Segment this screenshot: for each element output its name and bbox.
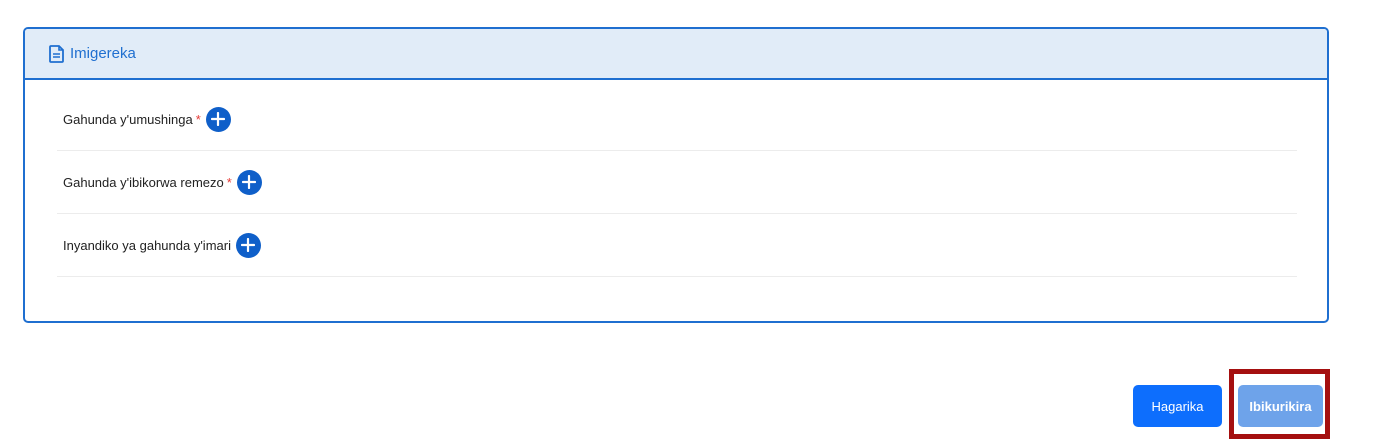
attachment-row-infrastructure-plan: Gahunda y'ibikorwa remezo * — [57, 151, 1297, 214]
add-attachment-button[interactable] — [205, 106, 231, 132]
section-title: Imigereka — [70, 45, 136, 62]
attachment-label: Gahunda y'umushinga — [63, 111, 193, 127]
document-icon — [49, 44, 64, 63]
plus-icon — [242, 175, 257, 189]
cancel-button[interactable]: Hagarika — [1133, 385, 1222, 427]
attachment-row-financial-plan: Inyandiko ya gahunda y'imari — [57, 214, 1297, 277]
add-attachment-button[interactable] — [236, 169, 262, 195]
attachment-row-project-plan: Gahunda y'umushinga * — [57, 88, 1297, 151]
attachments-card: Imigereka Gahunda y'umushinga * Gahunda … — [23, 27, 1329, 323]
attachment-label: Inyandiko ya gahunda y'imari — [63, 237, 231, 253]
next-button[interactable]: Ibikurikira — [1238, 385, 1323, 427]
required-marker: * — [226, 174, 232, 190]
plus-icon — [211, 112, 226, 126]
card-header: Imigereka — [25, 29, 1327, 80]
required-marker: * — [195, 111, 201, 127]
attachments-list: Gahunda y'umushinga * Gahunda y'ibikorwa… — [25, 88, 1327, 277]
add-attachment-button[interactable] — [235, 232, 261, 258]
plus-icon — [241, 238, 256, 252]
attachment-label: Gahunda y'ibikorwa remezo — [63, 174, 224, 190]
